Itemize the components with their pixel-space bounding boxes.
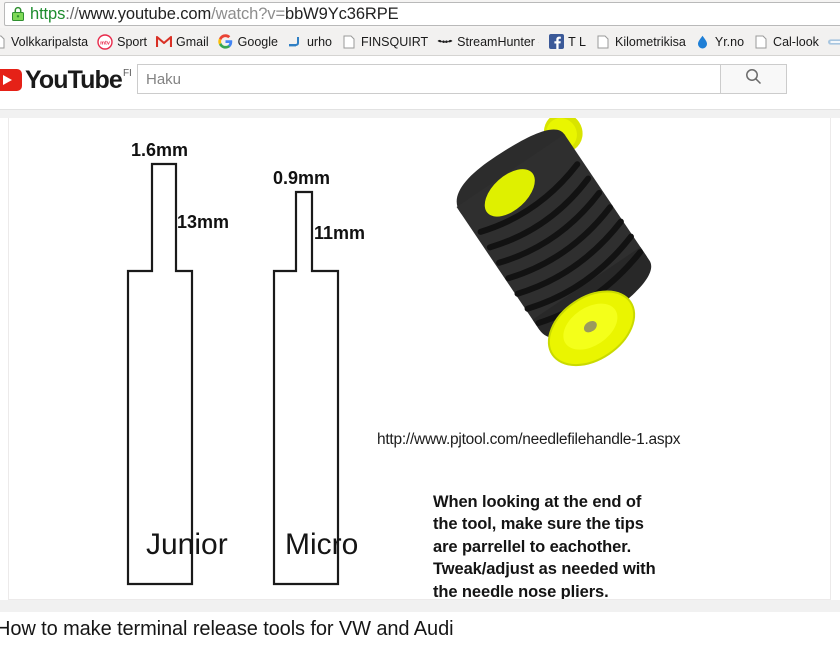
micro-tip-width-label: 0.9mm [273, 168, 330, 188]
youtube-country-code: FI [122, 68, 132, 79]
bookmark-volkkaripalsta[interactable]: Volkkaripalsta [0, 31, 94, 53]
bookmark-streamhunter[interactable]: StreamHunter - Live Stre [434, 31, 545, 53]
file-handle-photo [456, 118, 652, 367]
junior-tip-length-label: 13mm [177, 212, 229, 232]
player-title-separator [0, 600, 840, 612]
generic-page-icon [0, 34, 7, 50]
google-g-icon [218, 34, 234, 50]
address-bar[interactable]: https://www.youtube.com/watch?v=bbW9Yc36… [4, 2, 840, 26]
bookmark-overflow-partial[interactable] [825, 31, 840, 53]
bookmark-google[interactable]: Google [215, 31, 284, 53]
instruction-line: are parrellel to eachother. [433, 537, 632, 556]
bookmark-label: Gmail [176, 34, 209, 49]
bookmark-label: T L [568, 34, 586, 49]
bookmark-tl[interactable]: T L [545, 31, 592, 53]
instruction-line: Tweak/adjust as needed with [433, 560, 656, 579]
url-scheme: https [30, 4, 66, 23]
bookmark-cal-look[interactable]: Cal-look [750, 31, 825, 53]
micro-tool-outline [272, 190, 340, 586]
youtube-play-icon [0, 69, 22, 91]
youtube-search-bar [137, 64, 787, 94]
instruction-line: When looking at the end of [433, 493, 642, 511]
micro-tool-name: Micro [285, 528, 358, 561]
bookmark-label: Kilometrikisa [615, 34, 686, 49]
youtube-logo-text: YouTube [25, 66, 123, 94]
partial-bookmark-icon [827, 34, 840, 50]
video-player[interactable]: 1.6mm 13mm 0.9mm 11mm Junior Micro http:… [8, 118, 831, 600]
bookmark-label: Yr.no [714, 34, 745, 49]
url-separator: :// [65, 4, 79, 23]
bookmarks-bar: Volkkaripalsta mtv Sport Gmail Google ur… [0, 28, 840, 56]
waterdrop-icon [695, 34, 711, 50]
junior-tool-name: Junior [146, 528, 228, 561]
page-icon [341, 34, 357, 50]
page-icon [753, 34, 769, 50]
bookmark-finsquirt[interactable]: FINSQUIRT [338, 31, 434, 53]
search-button[interactable] [721, 64, 787, 94]
browser-chrome: https://www.youtube.com/watch?v=bbW9Yc36… [0, 0, 840, 56]
mtv-sport-icon: mtv [97, 33, 113, 50]
search-input[interactable] [137, 64, 721, 94]
bookmark-gmail[interactable]: Gmail [153, 31, 215, 53]
url-text: https://www.youtube.com/watch?v=bbW9Yc36… [30, 5, 399, 24]
svg-text:mtv: mtv [100, 40, 111, 46]
padlock-icon [11, 6, 25, 22]
instruction-line: the tool, make sure the tips [433, 515, 644, 534]
bookmark-urho[interactable]: urho [284, 31, 338, 53]
video-title: How to make terminal release tools for V… [0, 618, 454, 640]
instruction-line: the needle nose pliers. [433, 582, 609, 600]
instruction-text: When looking at the end of the tool, mak… [433, 491, 687, 600]
address-bar-row: https://www.youtube.com/watch?v=bbW9Yc36… [0, 0, 840, 28]
url-path: /watch?v= [211, 4, 285, 23]
bookmark-label: Sport [117, 34, 148, 49]
content-top-strip [0, 110, 840, 118]
source-url-caption: http://www.pjtool.com/needlefilehandle-1… [377, 431, 681, 448]
terminal-tool-diagram: 1.6mm 13mm 0.9mm 11mm Junior Micro [126, 118, 652, 586]
bookmark-label: StreamHunter - Live Stre [457, 34, 539, 49]
search-icon [745, 68, 762, 90]
bookmark-kilometrikisa[interactable]: Kilometrikisa [592, 31, 692, 53]
bookmark-label: Cal-look [773, 34, 819, 49]
bat-icon [437, 34, 453, 50]
youtube-logo[interactable]: YouTube FI [0, 66, 132, 94]
bookmark-yr-no[interactable]: Yr.no [692, 31, 750, 53]
url-host: www.youtube.com [78, 4, 212, 23]
bookmark-sport[interactable]: mtv Sport [94, 31, 153, 53]
video-frame-image: 1.6mm 13mm 0.9mm 11mm Junior Micro http:… [9, 118, 830, 600]
bookmark-label: urho [306, 34, 333, 49]
page-icon [595, 34, 611, 50]
bookmark-label: Google [237, 34, 278, 49]
gmail-icon [156, 34, 173, 50]
micro-tip-length-label: 11mm [314, 223, 365, 243]
bookmark-label: Volkkaripalsta [11, 34, 89, 49]
facebook-icon [548, 34, 564, 50]
urho-icon [287, 34, 303, 50]
bookmark-label: FINSQUIRT [361, 34, 429, 49]
url-query: bbW9Yc36RPE [285, 4, 399, 23]
junior-tip-width-label: 1.6mm [131, 140, 188, 160]
